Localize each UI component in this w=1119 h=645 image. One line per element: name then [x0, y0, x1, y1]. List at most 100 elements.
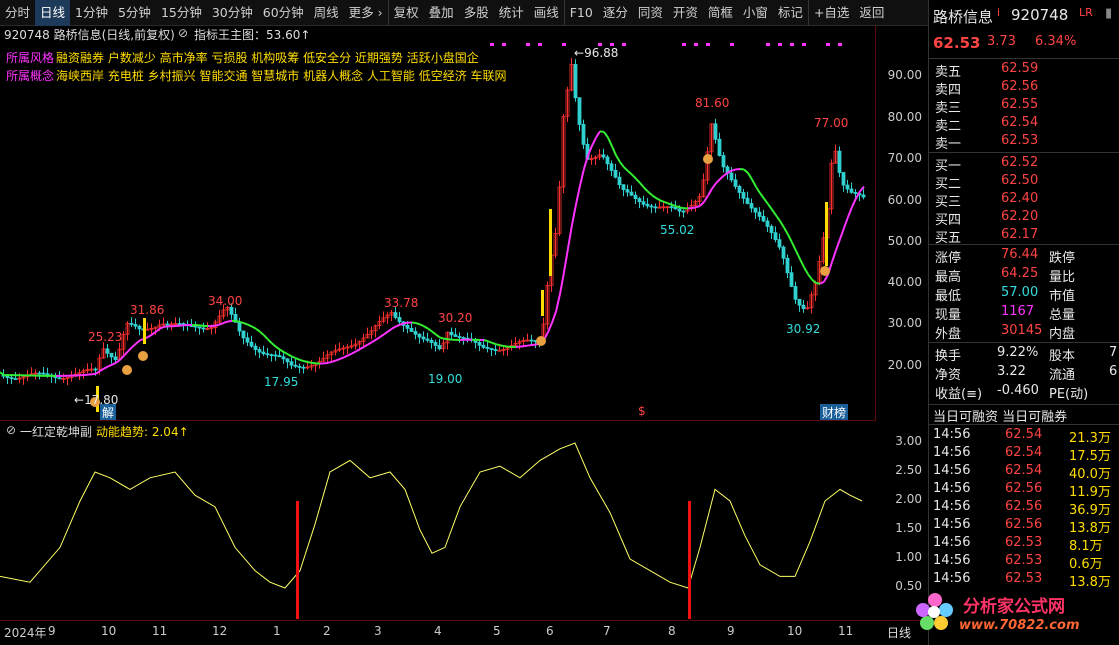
bid-row: 买二 62.50: [929, 173, 1119, 192]
tick-list[interactable]: 14:56 62.54 21.3万 14:56 62.54 17.5万 14:56 62.54…: [929, 424, 1119, 594]
ma-line: [624, 167, 628, 171]
candle-body: [498, 350, 501, 351]
candle-body: [482, 345, 485, 347]
ma-line: [604, 132, 608, 138]
toolbar-item[interactable]: 5分钟: [113, 0, 156, 26]
toolbar-item[interactable]: 开资: [668, 0, 703, 26]
kline-canvas[interactable]: [0, 26, 876, 420]
tick-volume: 8.1万: [1069, 535, 1103, 554]
ma-line: [280, 350, 284, 352]
toolbar-item[interactable]: 简框: [703, 0, 738, 26]
stat-label: 收益(≡): [935, 383, 982, 402]
oscillator-canvas[interactable]: [0, 421, 876, 621]
stat-label: 最高: [935, 266, 961, 285]
toolbar-item[interactable]: 60分钟: [258, 0, 309, 26]
toolbar-item[interactable]: F10: [565, 0, 598, 26]
ma-line: [832, 250, 836, 262]
toolbar-item[interactable]: 周线: [309, 0, 344, 26]
finance-marker[interactable]: 财榜: [820, 404, 848, 421]
candle-body: [110, 353, 113, 357]
ma-line: [288, 354, 292, 356]
info-icon[interactable]: i: [997, 6, 1000, 19]
ma-line: [716, 179, 720, 183]
dollar-marker[interactable]: $: [638, 404, 646, 418]
ma-line: [576, 186, 580, 205]
candle-body: [478, 342, 481, 345]
indicator-icon[interactable]: ⊘: [178, 26, 188, 40]
stat-row: 现量 1167 总量: [929, 304, 1119, 323]
ma-line: [796, 251, 800, 259]
candle-body: [138, 326, 141, 329]
ma-line: [372, 340, 376, 342]
current-price: 62.53: [933, 34, 980, 52]
bid-label: 买三: [935, 191, 961, 210]
signal-dot: [730, 43, 734, 46]
ma-line: [676, 206, 680, 207]
y-tick: 90.00: [888, 68, 922, 82]
toolbar-item[interactable]: 复权: [389, 0, 424, 26]
toolbar-item[interactable]: 返回: [854, 0, 889, 26]
toolbar-item[interactable]: 标记: [773, 0, 809, 26]
ask-label: 卖二: [935, 115, 961, 134]
ma-line: [816, 283, 820, 284]
signal-dot: [538, 43, 542, 46]
ma-line: [248, 325, 252, 327]
toolbar-item[interactable]: 逐分: [598, 0, 633, 26]
tick-price: 62.53: [1005, 553, 1042, 568]
toolbar-item[interactable]: 日线: [35, 0, 70, 26]
candle-body: [746, 198, 749, 203]
toolbar-item[interactable]: 多股: [459, 0, 494, 26]
candle-body: [246, 338, 249, 342]
tick-row: 14:56 62.56 36.9万: [929, 499, 1119, 518]
y-tick: 50.00: [888, 234, 922, 248]
y-tick: 40.00: [888, 275, 922, 289]
toolbar-item[interactable]: 15分钟: [156, 0, 207, 26]
candle-body: [46, 374, 49, 375]
candle-body: [770, 226, 773, 232]
scroll-icon[interactable]: ▮: [1105, 6, 1112, 21]
toolbar-item[interactable]: 30分钟: [207, 0, 258, 26]
stat-label: 跌停: [1049, 247, 1075, 266]
stat-value: 76.44: [1001, 247, 1038, 262]
date-tick: 11: [838, 624, 853, 638]
toolbar-item[interactable]: 更多 ›: [344, 0, 389, 26]
candle-body: [750, 203, 753, 208]
tick-time: 14:56: [933, 571, 970, 586]
toolbar-item[interactable]: 叠加: [424, 0, 459, 26]
ma-line: [492, 343, 496, 344]
candle-body: [14, 379, 17, 380]
toolbar-item[interactable]: 统计: [494, 0, 529, 26]
ma-line: [256, 329, 260, 332]
quote-panel: 路桥信息 i 920748 LR ▮ 62.53 3.73 6.34% 卖五 62…: [928, 0, 1119, 645]
main-kline-chart[interactable]: 920748 路桥信息(日线,前复权) ⊘ 指标王主图：53.60↑ 所属风格 …: [0, 26, 876, 420]
buy-signal-bar: [825, 202, 828, 266]
ask-label: 卖四: [935, 79, 961, 98]
toolbar-item[interactable]: 同资: [633, 0, 668, 26]
toolbar-item[interactable]: 小窗: [738, 0, 773, 26]
candle-body: [134, 324, 137, 326]
ma-line: [236, 321, 240, 322]
ma-line: [120, 356, 124, 360]
ma-line: [252, 326, 256, 328]
bid-price: 62.40: [1001, 191, 1038, 206]
stat-value: 6: [1109, 364, 1117, 379]
candle-body: [490, 348, 493, 349]
toolbar-item[interactable]: +自选: [809, 0, 854, 26]
toolbar-item[interactable]: 分时: [0, 0, 35, 26]
ma-line: [780, 221, 784, 227]
sub-collapse-icon[interactable]: ⊘: [6, 423, 16, 437]
period-label[interactable]: 日线: [887, 624, 911, 641]
candle-body: [198, 327, 201, 328]
ma-line: [404, 323, 408, 324]
sub-indicator-chart[interactable]: ⊘ 一红定乾坤副 动能趋势: 2.04↑: [0, 420, 876, 620]
candle-body: [282, 357, 285, 359]
candle-body: [178, 324, 181, 325]
unlock-marker[interactable]: 解: [100, 404, 116, 421]
ma-line: [764, 199, 768, 204]
candle-body: [574, 64, 577, 97]
toolbar-item[interactable]: 1分钟: [70, 0, 113, 26]
stat-label: 总量: [1049, 304, 1075, 323]
toolbar-item[interactable]: 画线: [529, 0, 565, 26]
ma-line: [644, 188, 648, 192]
candle-body: [654, 207, 657, 208]
